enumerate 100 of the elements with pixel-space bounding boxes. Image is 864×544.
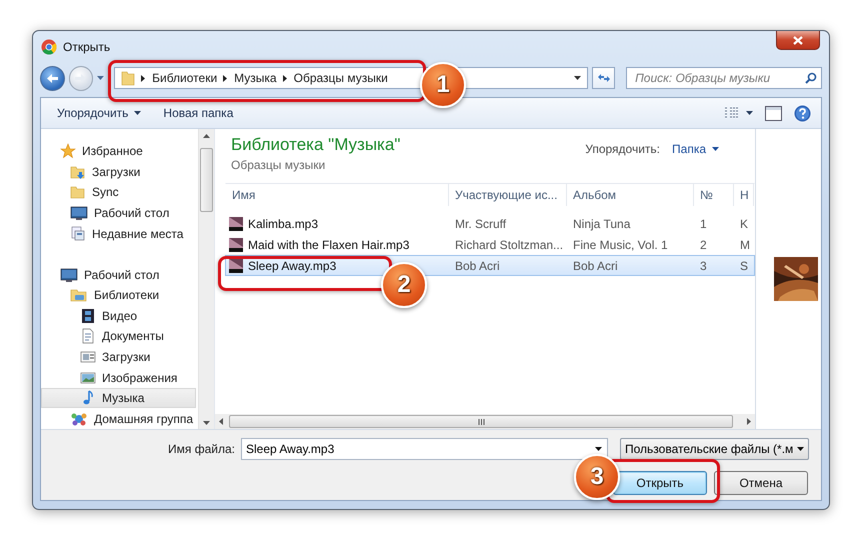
sidebar-item[interactable]: Видео	[41, 306, 196, 326]
breadcrumb-item[interactable]: Музыка	[234, 71, 277, 85]
file-row[interactable]: Kalimba.mp3 Mr. Scruff Ninja Tuna 1 K	[225, 213, 755, 234]
caret-icon	[797, 447, 804, 451]
sidebar-item[interactable]: Рабочий стол	[41, 264, 196, 285]
refresh-button[interactable]	[592, 67, 616, 89]
file-name: Sleep Away.mp3	[248, 258, 336, 272]
refresh-icon	[596, 72, 611, 84]
chevron-icon	[223, 74, 228, 82]
scroll-thumb[interactable]	[200, 148, 213, 212]
table-cell-text: Mr. Scruff	[454, 216, 508, 230]
documents-icon	[70, 226, 86, 242]
sidebar-item[interactable]: Избранное	[41, 141, 196, 162]
file-name: Maid with the Flaxen Hair.mp3	[248, 238, 410, 252]
search-field[interactable]: Поиск: Образцы музыки	[626, 67, 822, 89]
history-caret-icon	[97, 76, 104, 80]
column-header[interactable]: №	[694, 184, 734, 206]
music-file-icon	[228, 236, 244, 252]
forward-button[interactable]	[68, 66, 94, 90]
table-cell-text: Richard Stoltzman...	[454, 238, 564, 252]
image-icon	[80, 370, 96, 386]
sidebar-item[interactable]: Загрузки	[41, 162, 196, 182]
caret-icon	[134, 111, 142, 115]
caret-icon	[595, 447, 602, 451]
preview-pane-button[interactable]	[765, 106, 782, 120]
folder-icon	[121, 70, 136, 86]
sidebar-item[interactable]: Загрузки	[41, 346, 196, 368]
sidebar-item[interactable]: Музыка	[41, 388, 196, 408]
network-icon	[70, 410, 88, 427]
new-folder-button[interactable]: Новая папка	[157, 103, 240, 123]
breadcrumb-item[interactable]: Образцы музыки	[294, 71, 388, 85]
library-folder-icon	[70, 287, 88, 304]
table-cell-text: M	[739, 238, 751, 252]
grip-icon	[478, 418, 484, 424]
column-header[interactable]: Участвующие ис...	[449, 184, 567, 206]
arrow-icon	[46, 72, 59, 84]
caret-icon	[574, 76, 582, 80]
folder-download-icon	[70, 164, 86, 180]
scroll-right-icon	[747, 418, 751, 425]
scrollbar[interactable]	[198, 129, 214, 429]
scroll-up-icon	[203, 134, 210, 138]
list-view-icon	[724, 107, 740, 119]
arrange-label: Упорядочить:	[585, 142, 660, 156]
sidebar-item[interactable]: Библиотеки	[41, 285, 196, 306]
filename-field[interactable]: Sleep Away.mp3	[241, 438, 608, 460]
caret-icon	[746, 111, 753, 115]
sidebar-item[interactable]: Sync	[41, 182, 196, 203]
arrange-dropdown[interactable]: Папка	[672, 142, 719, 156]
library-subtitle: Образцы музыки	[231, 158, 326, 172]
table-cell-text: 3	[699, 258, 708, 272]
sidebar-item[interactable]: Недавние места	[41, 223, 196, 244]
sidebar-item[interactable]: Документы	[41, 326, 196, 347]
filename-label: Имя файла:	[167, 442, 236, 456]
table-cell-text: K	[739, 216, 750, 230]
monitor-icon	[70, 205, 88, 222]
scroll-down-icon	[203, 421, 210, 425]
search-icon	[805, 72, 818, 84]
scroll-thumb[interactable]	[229, 415, 733, 428]
library-title: Библиотека "Музыка"	[231, 135, 400, 155]
table-cell-text: Fine Music, Vol. 1	[572, 238, 669, 252]
column-header[interactable]: Имя	[226, 184, 449, 206]
folder-icon	[70, 184, 86, 200]
table-cell-text: 1	[699, 216, 708, 230]
view-button[interactable]	[724, 107, 753, 119]
sidebar-item[interactable]: Изображения	[41, 367, 196, 388]
column-header[interactable]: Н	[734, 184, 754, 206]
pane-icon	[765, 106, 782, 120]
table-cell-text: Bob Acri	[454, 258, 501, 272]
file-type-dropdown[interactable]: Пользовательские файлы (*.м	[620, 438, 809, 460]
column-header[interactable]: Альбом	[567, 184, 694, 206]
chevron-icon	[282, 74, 287, 82]
table-cell-text: Ninja Tuna	[572, 216, 632, 230]
cancel-button[interactable]: Отмена	[714, 471, 808, 495]
scroll-left-icon	[219, 418, 223, 425]
file-name: Kalimba.mp3	[248, 216, 318, 230]
horizontal-scrollbar[interactable]	[215, 414, 755, 429]
app-icon	[41, 39, 57, 55]
close-icon	[793, 36, 803, 44]
file-row[interactable]: Sleep Away.mp3 Bob Acri Bob Acri 3 S	[225, 255, 755, 276]
table-cell-text: S	[739, 258, 750, 272]
help-button[interactable]	[794, 104, 811, 122]
breadcrumb-item[interactable]: Библиотеки	[152, 71, 218, 85]
table-cell-text: 2	[699, 238, 708, 252]
window-icon	[80, 349, 96, 366]
table-cell-text: Bob Acri	[572, 258, 619, 272]
music-file-icon	[228, 216, 244, 232]
window-title: Открыть	[63, 40, 110, 54]
help-icon	[794, 104, 811, 122]
music-file-icon	[228, 258, 244, 274]
star-icon	[60, 143, 76, 160]
organize-button[interactable]: Упорядочить	[51, 103, 148, 123]
open-button[interactable]: Открыть	[613, 471, 707, 495]
close-button[interactable]	[776, 31, 820, 50]
monitor-icon	[60, 266, 78, 283]
file-row[interactable]: Maid with the Flaxen Hair.mp3 Richard Stoltzman... Fine Music, Vol. 1 2 M	[225, 234, 755, 255]
sidebar-item[interactable]: Домашняя группа	[41, 408, 196, 430]
back-button[interactable]	[40, 66, 65, 90]
caret-icon	[712, 147, 719, 151]
sidebar-item[interactable]: Рабочий стол	[41, 202, 196, 224]
document-icon	[80, 328, 96, 344]
